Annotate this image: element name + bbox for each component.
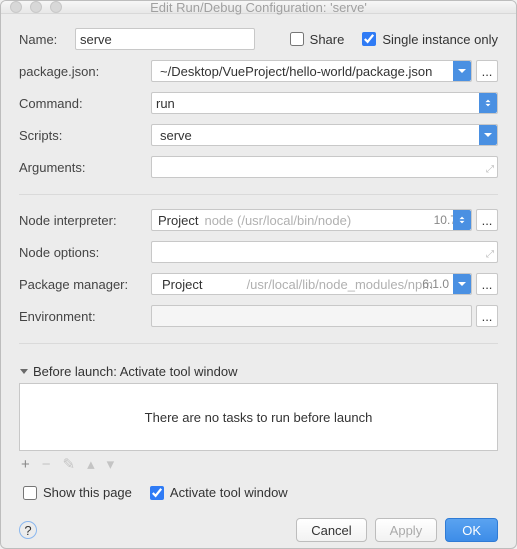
share-checkbox[interactable] bbox=[290, 32, 304, 46]
ok-button[interactable]: OK bbox=[445, 518, 498, 542]
titlebar: Edit Run/Debug Configuration: 'serve' bbox=[1, 1, 516, 14]
before-launch-toolbar: + − ✎ ▴ ▾ bbox=[19, 451, 498, 481]
expand-icon[interactable]: ⤢ bbox=[486, 164, 494, 175]
show-this-page-label[interactable]: Show this page bbox=[23, 485, 132, 500]
chevron-updown-icon bbox=[453, 210, 471, 230]
package-json-label: package.json: bbox=[19, 64, 151, 79]
scripts-value: serve bbox=[156, 128, 192, 143]
move-up-button: ▴ bbox=[87, 455, 95, 473]
name-row: Name: Share Single instance only bbox=[19, 28, 498, 50]
name-label: Name: bbox=[19, 32, 75, 47]
window-title: Edit Run/Debug Configuration: 'serve' bbox=[1, 0, 516, 15]
package-json-row: package.json: ~/Desktop/VueProject/hello… bbox=[19, 60, 498, 82]
name-row-checks: Share Single instance only bbox=[290, 32, 498, 47]
command-value: run bbox=[152, 96, 175, 111]
package-manager-version: 6.1.0 bbox=[422, 277, 449, 291]
scripts-row: Scripts: serve bbox=[19, 124, 498, 146]
single-instance-label[interactable]: Single instance only bbox=[362, 32, 498, 47]
footer: ? Cancel Apply OK bbox=[19, 512, 498, 549]
bottom-checks: Show this page Activate tool window bbox=[19, 481, 498, 512]
package-json-select[interactable]: ~/Desktop/VueProject/hello-world/package… bbox=[151, 60, 472, 82]
chevron-down-icon bbox=[479, 125, 497, 145]
apply-button: Apply bbox=[375, 518, 438, 542]
ellipsis-icon: ... bbox=[482, 277, 493, 292]
package-manager-row: Package manager: Project /usr/local/lib/… bbox=[19, 273, 498, 295]
arguments-input[interactable]: ⤢ bbox=[151, 156, 498, 178]
edit-task-button: ✎ bbox=[63, 455, 76, 473]
node-options-row: Node options: ⤢ bbox=[19, 241, 498, 263]
show-this-page-text: Show this page bbox=[43, 485, 132, 500]
cancel-button[interactable]: Cancel bbox=[296, 518, 366, 542]
environment-input[interactable] bbox=[151, 305, 472, 327]
name-input[interactable] bbox=[75, 28, 255, 50]
before-launch-title: Before launch: Activate tool window bbox=[33, 364, 238, 379]
before-launch-tasks: There are no tasks to run before launch bbox=[19, 383, 498, 451]
package-manager-project: Project bbox=[156, 277, 202, 292]
ellipsis-icon: ... bbox=[482, 309, 493, 324]
help-button[interactable]: ? bbox=[19, 521, 37, 539]
package-manager-label: Package manager: bbox=[19, 277, 151, 292]
chevron-down-icon bbox=[453, 274, 471, 294]
activate-tool-window-label[interactable]: Activate tool window bbox=[150, 485, 288, 500]
single-instance-text: Single instance only bbox=[382, 32, 498, 47]
add-task-button[interactable]: + bbox=[21, 456, 30, 473]
package-json-browse-button[interactable]: ... bbox=[476, 60, 498, 82]
environment-browse-button[interactable]: ... bbox=[476, 305, 498, 327]
node-interpreter-path: node (/usr/local/bin/node) bbox=[198, 213, 351, 228]
scripts-select[interactable]: serve bbox=[151, 124, 498, 146]
share-text: Share bbox=[310, 32, 345, 47]
node-interpreter-label: Node interpreter: bbox=[19, 213, 151, 228]
share-check-label[interactable]: Share bbox=[290, 32, 345, 47]
command-select[interactable]: run bbox=[151, 92, 498, 114]
chevron-down-icon bbox=[453, 61, 471, 81]
node-interpreter-row: Node interpreter: Project node (/usr/loc… bbox=[19, 209, 498, 231]
node-interpreter-select[interactable]: Project node (/usr/local/bin/node) 10.7.… bbox=[151, 209, 472, 231]
package-json-value: ~/Desktop/VueProject/hello-world/package… bbox=[156, 64, 432, 79]
command-row: Command: run bbox=[19, 92, 498, 114]
node-interpreter-browse-button[interactable]: ... bbox=[476, 209, 498, 231]
package-manager-select[interactable]: Project /usr/local/lib/node_modules/npm … bbox=[151, 273, 472, 295]
command-label: Command: bbox=[19, 96, 151, 111]
environment-label: Environment: bbox=[19, 309, 151, 324]
arguments-label: Arguments: bbox=[19, 160, 151, 175]
activate-tool-window-text: Activate tool window bbox=[170, 485, 288, 500]
scripts-label: Scripts: bbox=[19, 128, 151, 143]
help-icon: ? bbox=[24, 523, 31, 538]
chevron-updown-icon bbox=[479, 93, 497, 113]
package-manager-browse-button[interactable]: ... bbox=[476, 273, 498, 295]
expand-icon[interactable]: ⤢ bbox=[486, 249, 494, 260]
node-options-input[interactable]: ⤢ bbox=[151, 241, 498, 263]
node-options-label: Node options: bbox=[19, 245, 151, 260]
dialog-window: Edit Run/Debug Configuration: 'serve' Na… bbox=[0, 0, 517, 549]
triangle-down-icon bbox=[19, 367, 29, 377]
show-this-page-checkbox[interactable] bbox=[23, 486, 37, 500]
environment-row: Environment: ... bbox=[19, 305, 498, 327]
remove-task-button: − bbox=[42, 456, 51, 473]
node-interpreter-project: Project bbox=[152, 213, 198, 228]
ellipsis-icon: ... bbox=[482, 213, 493, 228]
separator bbox=[19, 343, 498, 344]
single-instance-checkbox[interactable] bbox=[362, 32, 376, 46]
activate-tool-window-checkbox[interactable] bbox=[150, 486, 164, 500]
move-down-button: ▾ bbox=[107, 455, 115, 473]
separator bbox=[19, 194, 498, 195]
before-launch-empty: There are no tasks to run before launch bbox=[145, 410, 373, 425]
before-launch-header[interactable]: Before launch: Activate tool window bbox=[19, 364, 498, 379]
arguments-row: Arguments: ⤢ bbox=[19, 156, 498, 178]
ellipsis-icon: ... bbox=[482, 64, 493, 79]
dialog-body: Name: Share Single instance only package… bbox=[1, 14, 516, 549]
